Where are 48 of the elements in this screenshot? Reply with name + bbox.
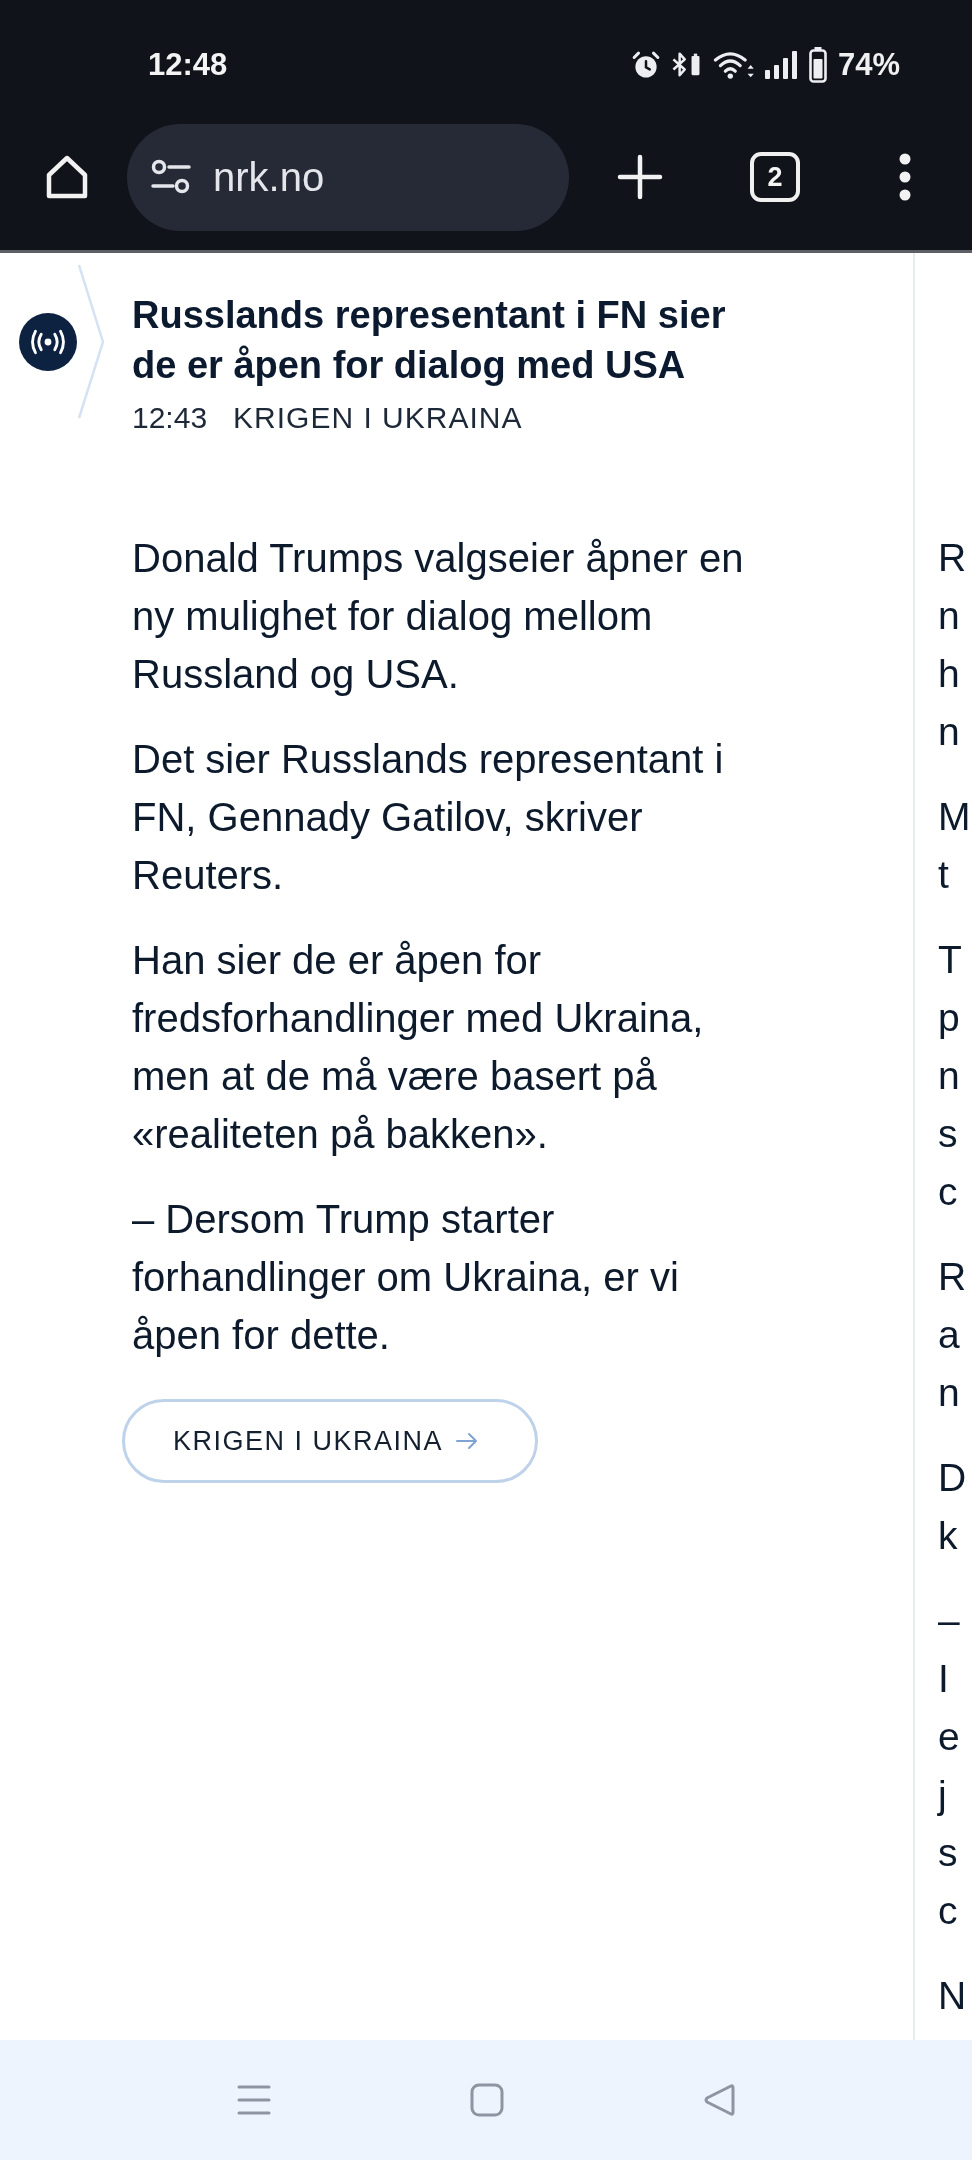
cut-off-text: R [938,535,967,581]
alarm-clock-icon [630,50,661,80]
cut-off-text: M [938,794,971,840]
cut-off-text: T [938,937,962,983]
body-paragraph: Donald Trumps valgseier åpner en ny mulighet for dialog mellom Russland og USA. [132,535,745,698]
back-triangle-icon[interactable] [703,2083,735,2117]
home-square-icon[interactable] [470,2083,504,2117]
body-paragraph: Han sier de er åpen for fredsforhandlinger med Ukraina, men at de må være basert på «realiteten på bakken». [132,937,705,1158]
body-paragraph: – Dersom Trump starter forhandlinger om Ukraina, er vi åpen for dette. [132,1196,680,1359]
cut-off-text: e [938,1714,960,1760]
post-category: KRIGEN I UKRAINA [233,400,523,436]
cut-off-text: D [938,1455,967,1501]
new-tab-icon[interactable] [617,154,663,200]
cut-off-text: R [938,1254,967,1300]
address-bar[interactable]: nrk.no [127,123,569,231]
post-time: 12:43 [132,400,208,436]
cut-off-text: s [938,1830,958,1876]
cut-off-text: n [938,593,960,639]
battery-icon [808,47,827,83]
cut-off-text: p [938,995,960,1041]
cut-off-text: j [938,1772,947,1818]
cut-off-text: n [938,1053,960,1099]
recent-apps-icon[interactable] [237,2084,271,2116]
body-paragraph: Det sier Russlands representant i FN, Gennady Gatilov, skriver Reuters. [132,736,725,899]
cut-off-text: c [938,1888,958,1934]
cut-off-text: I [938,1656,949,1702]
post-headline: Russlands representant i FN sier de er åpen for dialog med USA [132,293,727,388]
cut-off-text: c [938,1169,958,1215]
cut-off-text: h [938,651,960,697]
more-menu-icon[interactable] [898,153,912,201]
cut-off-text: – [938,1598,960,1644]
cut-off-text: k [938,1513,958,1559]
cut-off-text: s [938,1111,958,1157]
cut-off-text: a [938,1312,960,1358]
cut-off-text: t [938,852,949,898]
cut-off-text: N [938,1973,967,2019]
arrow-right-icon [455,1431,480,1451]
tune-icon[interactable] [151,159,191,195]
cut-off-text: n [938,709,960,755]
cut-off-text: n [938,1370,960,1416]
clock-time: 12:48 [148,47,228,83]
battery-percentage: 74% [837,47,900,83]
wifi-icon [712,50,755,80]
signal-bars-icon [763,51,800,79]
live-broadcast-icon [19,312,77,371]
url-text: nrk.no [213,154,325,200]
tab-count-button[interactable]: 2 [750,152,800,202]
topic-link-button[interactable]: KRIGEN I UKRAINA [122,1399,539,1483]
